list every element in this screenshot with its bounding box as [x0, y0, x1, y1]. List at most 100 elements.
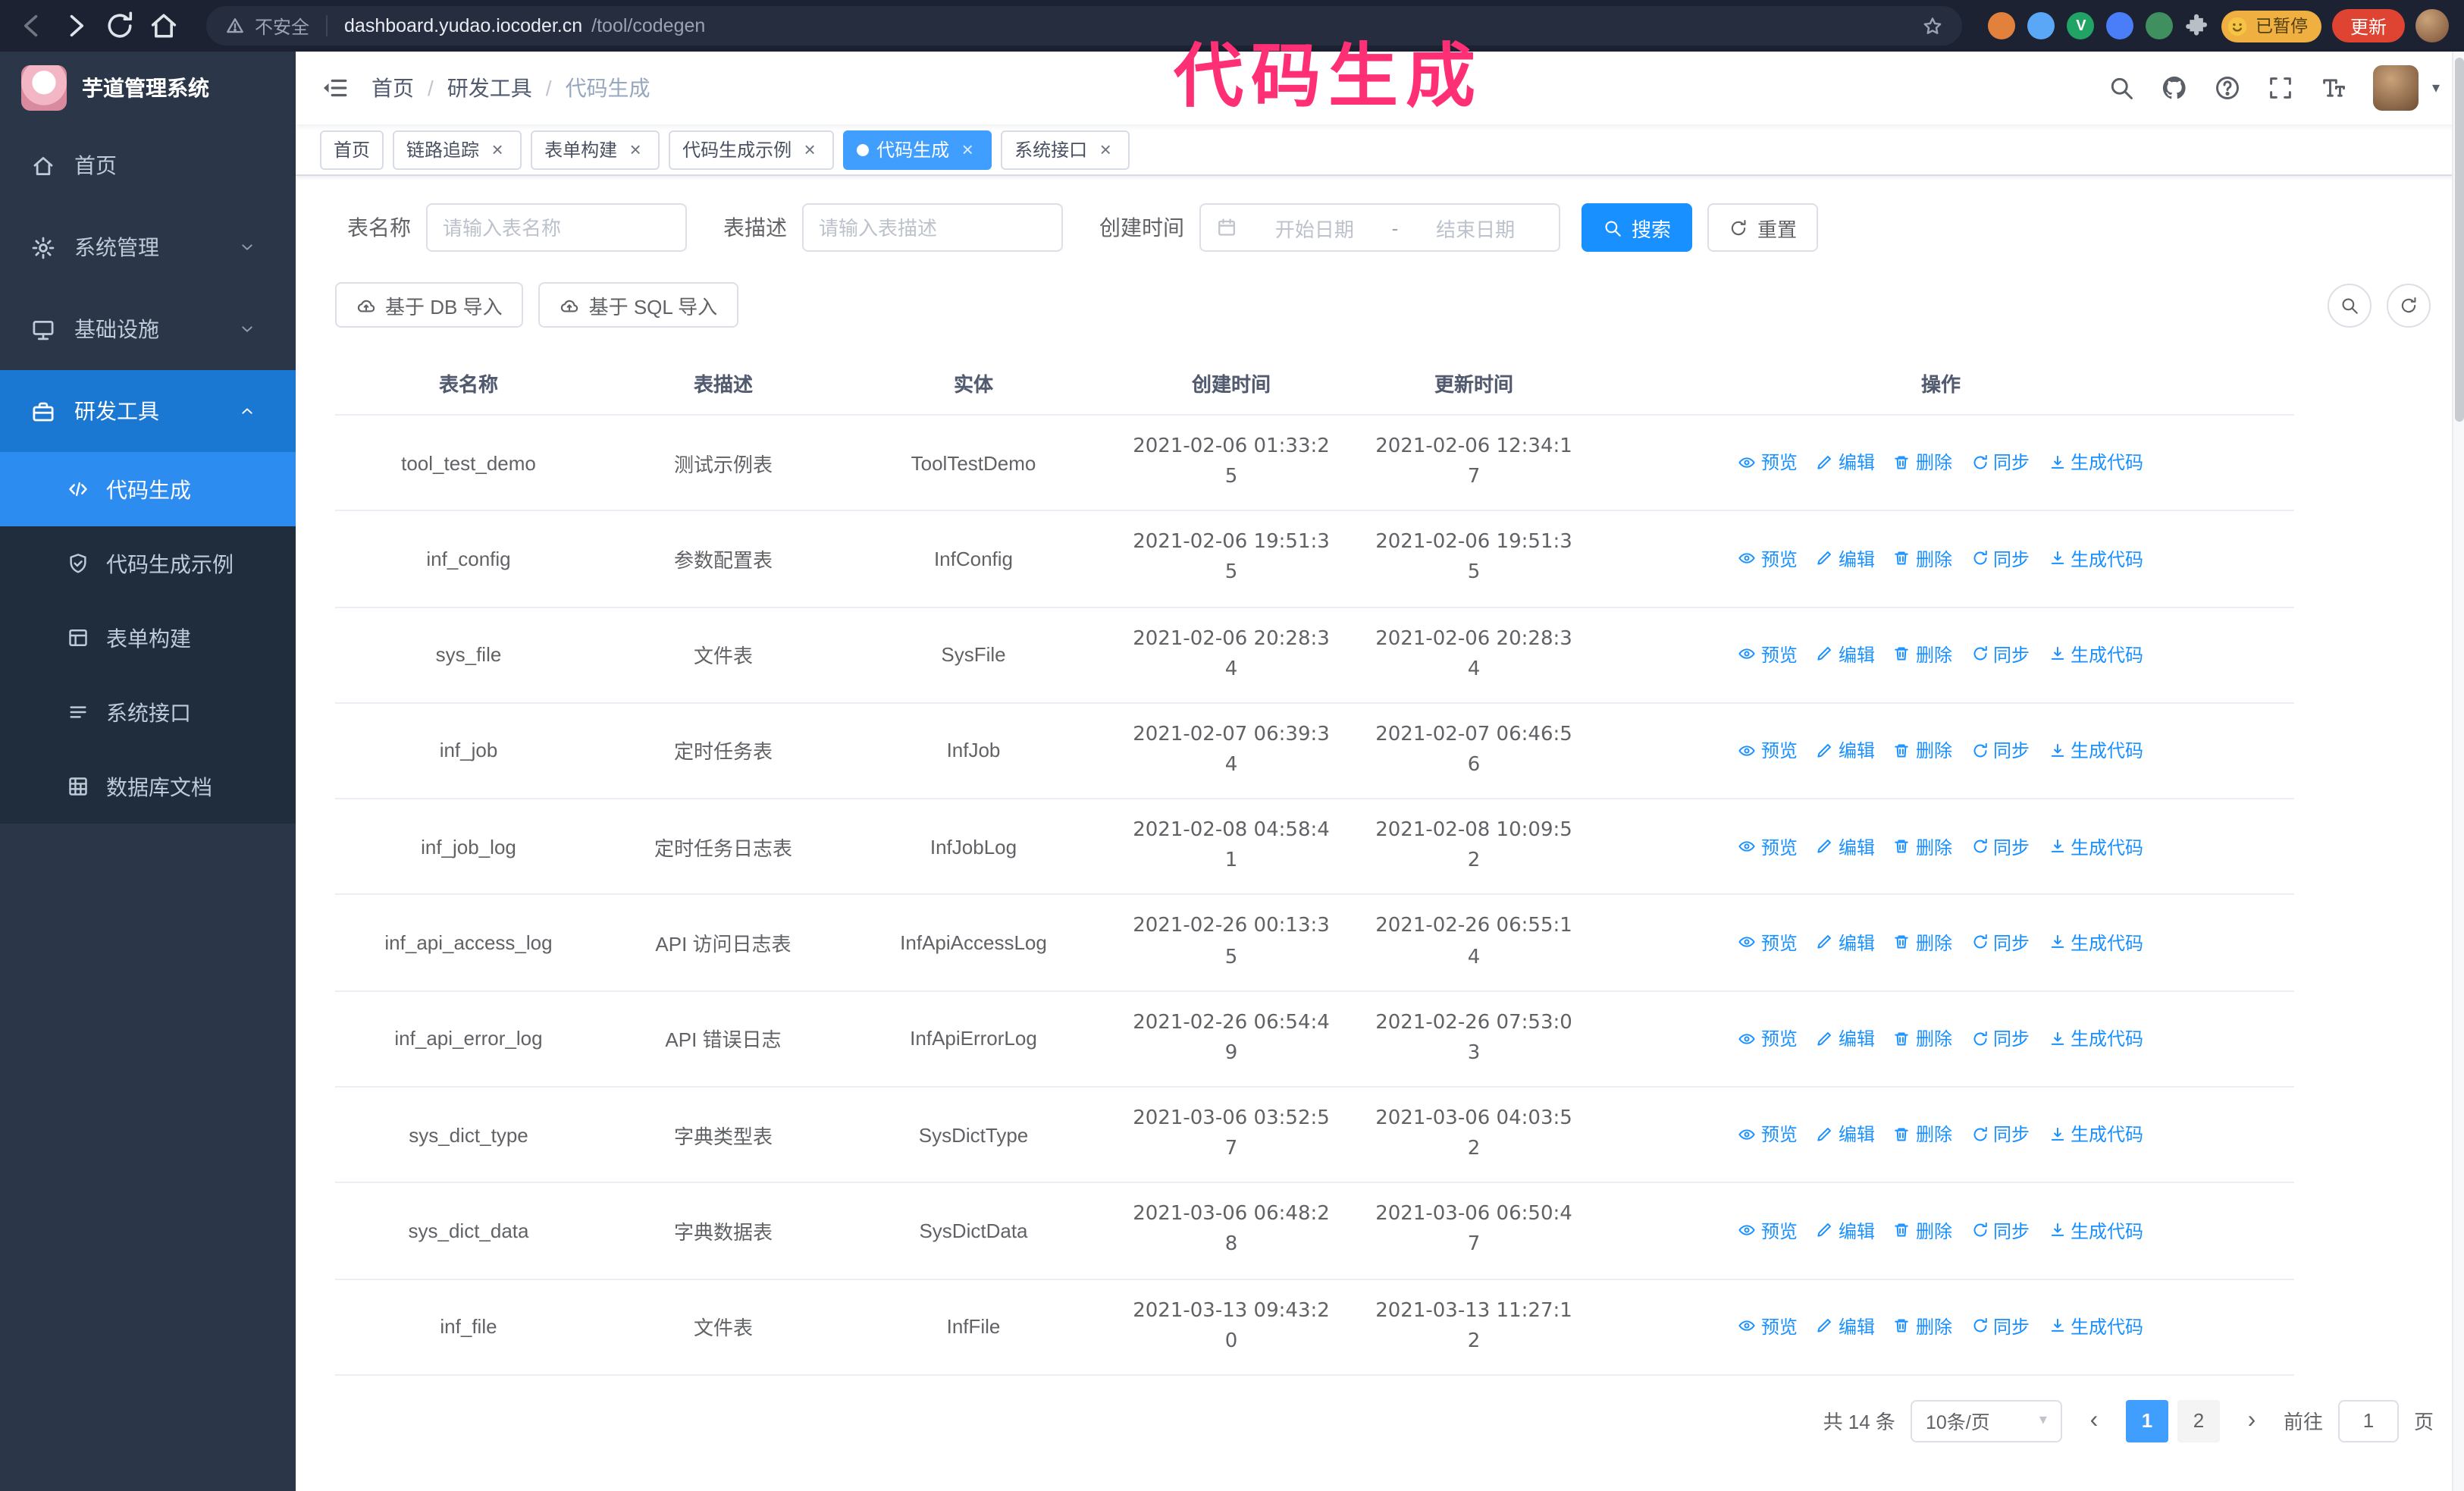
page-size-select[interactable]: 10条/页 ▾: [1910, 1399, 2062, 1442]
sync-link[interactable]: 同步: [1970, 1122, 2030, 1147]
address-bar[interactable]: 不安全 dashboard.yudao.iocoder.cn/tool/code…: [206, 6, 1963, 46]
generate-code-link[interactable]: 生成代码: [2048, 1314, 2143, 1339]
next-page-button[interactable]: ›: [2235, 1400, 2268, 1442]
tab-3[interactable]: 代码生成示例 ×: [669, 130, 835, 169]
tab-2[interactable]: 表单构建 ×: [531, 130, 660, 169]
tab-close-icon[interactable]: ×: [799, 139, 820, 160]
sync-link[interactable]: 同步: [1970, 545, 2030, 571]
preview-link[interactable]: 预览: [1738, 1314, 1798, 1339]
delete-link[interactable]: 删除: [1893, 545, 1952, 571]
github-icon[interactable]: [2161, 74, 2188, 102]
edit-link[interactable]: 编辑: [1816, 1122, 1875, 1147]
edit-link[interactable]: 编辑: [1816, 737, 1875, 763]
generate-code-link[interactable]: 生成代码: [2048, 930, 2143, 956]
toggle-search-button[interactable]: [2328, 283, 2372, 327]
preview-link[interactable]: 预览: [1738, 1025, 1798, 1051]
logo[interactable]: 芋道管理系统: [0, 52, 296, 124]
extension-icon[interactable]: [2106, 12, 2134, 39]
preview-link[interactable]: 预览: [1738, 450, 1798, 476]
preview-link[interactable]: 预览: [1738, 833, 1798, 859]
generate-code-link[interactable]: 生成代码: [2048, 1217, 2143, 1243]
preview-link[interactable]: 预览: [1738, 642, 1798, 667]
browser-forward-button[interactable]: [59, 9, 92, 42]
extension-icon[interactable]: [1988, 12, 2016, 39]
paused-badge[interactable]: 已暂停: [2221, 10, 2321, 42]
table-desc-input[interactable]: [802, 203, 1063, 252]
edit-link[interactable]: 编辑: [1816, 450, 1875, 476]
edit-link[interactable]: 编辑: [1816, 833, 1875, 859]
preview-link[interactable]: 预览: [1738, 737, 1798, 763]
tab-close-icon[interactable]: ×: [625, 139, 646, 160]
help-icon[interactable]: [2214, 74, 2241, 102]
search-button[interactable]: 搜索: [1582, 203, 1693, 252]
preview-link[interactable]: 预览: [1738, 930, 1798, 956]
sidebar-subitem-3[interactable]: 系统接口: [0, 675, 296, 749]
sync-link[interactable]: 同步: [1970, 737, 2030, 763]
preview-link[interactable]: 预览: [1738, 1122, 1798, 1147]
generate-code-link[interactable]: 生成代码: [2048, 737, 2143, 763]
edit-link[interactable]: 编辑: [1816, 642, 1875, 667]
sidebar-fold-icon[interactable]: [320, 73, 350, 103]
edit-link[interactable]: 编辑: [1816, 930, 1875, 956]
delete-link[interactable]: 删除: [1893, 930, 1952, 956]
edit-link[interactable]: 编辑: [1816, 1217, 1875, 1243]
page-scrollbar[interactable]: [2452, 52, 2464, 1491]
delete-link[interactable]: 删除: [1893, 1025, 1952, 1051]
bookmark-star-icon[interactable]: [1922, 14, 1945, 37]
scrollbar-thumb[interactable]: [2455, 58, 2464, 422]
page-number-1[interactable]: 1: [2125, 1399, 2168, 1442]
delete-link[interactable]: 删除: [1893, 642, 1952, 667]
generate-code-link[interactable]: 生成代码: [2048, 833, 2143, 859]
generate-code-link[interactable]: 生成代码: [2048, 1025, 2143, 1051]
tab-close-icon[interactable]: ×: [1095, 139, 1116, 160]
prev-page-button[interactable]: ‹: [2077, 1400, 2111, 1442]
sync-link[interactable]: 同步: [1970, 833, 2030, 859]
search-icon[interactable]: [2108, 74, 2135, 102]
sync-link[interactable]: 同步: [1970, 1217, 2030, 1243]
sync-link[interactable]: 同步: [1970, 1025, 2030, 1051]
font-size-icon[interactable]: [2320, 74, 2347, 102]
goto-page-input[interactable]: [2337, 1399, 2399, 1442]
browser-reload-button[interactable]: [103, 9, 136, 42]
breadcrumb-item[interactable]: 研发工具: [447, 73, 532, 103]
avatar-caret-icon[interactable]: ▾: [2432, 80, 2440, 96]
import-db-button[interactable]: 基于 DB 导入: [335, 282, 524, 328]
sidebar-subitem-1[interactable]: 代码生成示例: [0, 526, 296, 601]
browser-profile-avatar[interactable]: [2415, 9, 2449, 42]
sidebar-item-3[interactable]: 研发工具: [0, 370, 296, 452]
preview-link[interactable]: 预览: [1738, 545, 1798, 571]
sidebar-item-0[interactable]: 首页: [0, 124, 296, 206]
delete-link[interactable]: 删除: [1893, 1217, 1952, 1243]
date-range-picker[interactable]: 开始日期 - 结束日期: [1199, 203, 1560, 252]
extensions-puzzle-icon[interactable]: [2184, 12, 2212, 39]
preview-link[interactable]: 预览: [1738, 1217, 1798, 1243]
delete-link[interactable]: 删除: [1893, 450, 1952, 476]
browser-home-button[interactable]: [147, 9, 180, 42]
delete-link[interactable]: 删除: [1893, 737, 1952, 763]
refresh-table-button[interactable]: [2387, 283, 2431, 327]
generate-code-link[interactable]: 生成代码: [2048, 642, 2143, 667]
reset-button[interactable]: 重置: [1707, 203, 1819, 252]
sync-link[interactable]: 同步: [1970, 930, 2030, 956]
extension-icon[interactable]: [2027, 12, 2055, 39]
generate-code-link[interactable]: 生成代码: [2048, 1122, 2143, 1147]
sync-link[interactable]: 同步: [1970, 450, 2030, 476]
breadcrumb-item[interactable]: 首页: [371, 73, 414, 103]
tab-0[interactable]: 首页: [320, 130, 384, 169]
tab-close-icon[interactable]: ×: [957, 139, 978, 160]
extension-icon[interactable]: [2146, 12, 2174, 39]
generate-code-link[interactable]: 生成代码: [2048, 545, 2143, 571]
tab-1[interactable]: 链路追踪 ×: [393, 130, 522, 169]
sync-link[interactable]: 同步: [1970, 642, 2030, 667]
delete-link[interactable]: 删除: [1893, 1314, 1952, 1339]
update-button[interactable]: 更新: [2331, 9, 2405, 42]
sidebar-item-2[interactable]: 基础设施: [0, 288, 296, 370]
tab-5[interactable]: 系统接口 ×: [1001, 130, 1130, 169]
delete-link[interactable]: 删除: [1893, 833, 1952, 859]
tab-close-icon[interactable]: ×: [487, 139, 508, 160]
table-name-input[interactable]: [426, 203, 687, 252]
sidebar-item-1[interactable]: 系统管理: [0, 206, 296, 288]
page-number-2[interactable]: 2: [2177, 1399, 2220, 1442]
user-avatar[interactable]: [2372, 65, 2419, 111]
browser-back-button[interactable]: [15, 9, 49, 42]
